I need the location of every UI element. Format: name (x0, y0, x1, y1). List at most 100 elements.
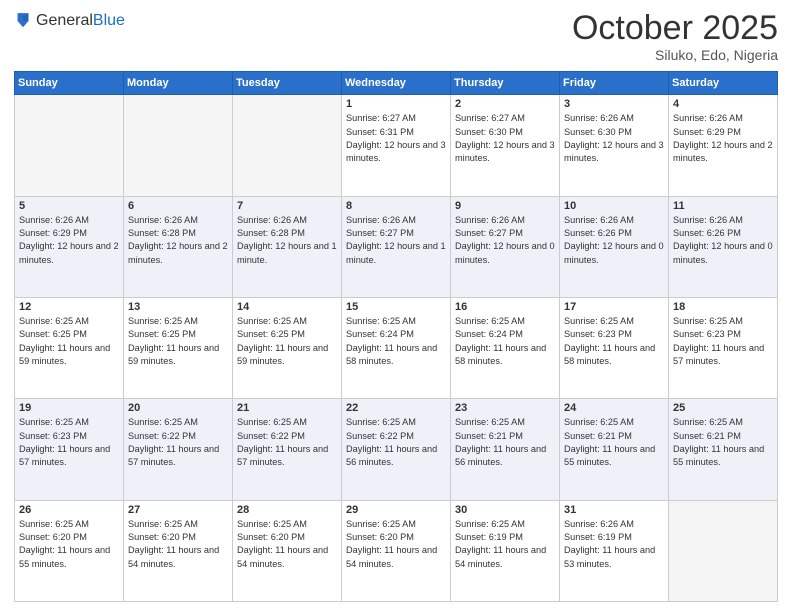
weekday-header: Tuesday (233, 72, 342, 95)
day-detail: Sunrise: 6:25 AMSunset: 6:19 PMDaylight:… (455, 518, 555, 571)
calendar-week-row: 12 Sunrise: 6:25 AMSunset: 6:25 PMDayligh… (15, 298, 778, 399)
day-detail: Sunrise: 6:26 AMSunset: 6:27 PMDaylight:… (455, 214, 555, 267)
calendar-day-cell: 18 Sunrise: 6:25 AMSunset: 6:23 PMDayligh… (669, 298, 778, 399)
day-detail: Sunrise: 6:27 AMSunset: 6:31 PMDaylight:… (346, 112, 446, 165)
day-detail: Sunrise: 6:25 AMSunset: 6:21 PMDaylight:… (455, 416, 555, 469)
weekday-header: Sunday (15, 72, 124, 95)
calendar-day-cell: 3Sunrise: 6:26 AMSunset: 6:30 PMDaylight… (560, 95, 669, 196)
calendar-day-cell: 26Sunrise: 6:25 AMSunset: 6:20 PMDayligh… (15, 500, 124, 601)
calendar-day-cell (15, 95, 124, 196)
calendar-table: SundayMondayTuesdayWednesdayThursdayFrid… (14, 71, 778, 602)
calendar-day-cell: 5Sunrise: 6:26 AMSunset: 6:29 PMDaylight… (15, 196, 124, 297)
calendar-day-cell: 8 Sunrise: 6:26 AMSunset: 6:27 PMDaylight… (342, 196, 451, 297)
logo: GeneralBlue (14, 10, 125, 32)
day-number: 20 (128, 402, 228, 414)
day-number: 27 (128, 504, 228, 516)
logo-text: GeneralBlue (36, 12, 125, 30)
day-detail: Sunrise: 6:26 AMSunset: 6:29 PMDaylight:… (673, 112, 773, 165)
calendar-day-cell: 19Sunrise: 6:25 AMSunset: 6:23 PMDayligh… (15, 399, 124, 500)
day-number: 2 (455, 98, 555, 110)
day-number: 13 (128, 301, 228, 313)
day-detail: Sunrise: 6:26 AMSunset: 6:28 PMDaylight:… (237, 214, 337, 267)
day-detail: Sunrise: 6:26 AMSunset: 6:26 PMDaylight:… (564, 214, 664, 267)
calendar-day-cell: 25Sunrise: 6:25 AMSunset: 6:21 PMDayligh… (669, 399, 778, 500)
day-number: 6 (128, 200, 228, 212)
calendar-day-cell: 15 Sunrise: 6:25 AMSunset: 6:24 PMDayligh… (342, 298, 451, 399)
day-number: 31 (564, 504, 664, 516)
calendar-day-cell: 16 Sunrise: 6:25 AMSunset: 6:24 PMDayligh… (451, 298, 560, 399)
weekday-header: Wednesday (342, 72, 451, 95)
day-number: 5 (19, 200, 119, 212)
day-detail: Sunrise: 6:25 AMSunset: 6:20 PMDaylight:… (128, 518, 228, 571)
calendar-day-cell: 24Sunrise: 6:25 AMSunset: 6:21 PMDayligh… (560, 399, 669, 500)
calendar-day-cell: 7 Sunrise: 6:26 AMSunset: 6:28 PMDaylight… (233, 196, 342, 297)
calendar-day-cell: 12 Sunrise: 6:25 AMSunset: 6:25 PMDayligh… (15, 298, 124, 399)
calendar-day-cell: 1Sunrise: 6:27 AMSunset: 6:31 PMDaylight… (342, 95, 451, 196)
day-number: 23 (455, 402, 555, 414)
day-detail: Sunrise: 6:25 AMSunset: 6:20 PMDaylight:… (346, 518, 446, 571)
day-number: 7 (237, 200, 337, 212)
calendar-day-cell: 6 Sunrise: 6:26 AMSunset: 6:28 PMDaylight… (124, 196, 233, 297)
calendar-day-cell: 27 Sunrise: 6:25 AMSunset: 6:20 PMDayligh… (124, 500, 233, 601)
calendar-day-cell: 9 Sunrise: 6:26 AMSunset: 6:27 PMDaylight… (451, 196, 560, 297)
day-detail: Sunrise: 6:26 AMSunset: 6:27 PMDaylight:… (346, 214, 446, 267)
day-number: 4 (673, 98, 773, 110)
location: Siluko, Edo, Nigeria (572, 47, 778, 63)
month-title: October 2025 (572, 10, 778, 47)
day-number: 11 (673, 200, 773, 212)
day-detail: Sunrise: 6:25 AMSunset: 6:20 PMDaylight:… (237, 518, 337, 571)
calendar-week-row: 19Sunrise: 6:25 AMSunset: 6:23 PMDayligh… (15, 399, 778, 500)
day-detail: Sunrise: 6:26 AMSunset: 6:19 PMDaylight:… (564, 518, 664, 571)
day-number: 9 (455, 200, 555, 212)
calendar-day-cell: 31 Sunrise: 6:26 AMSunset: 6:19 PMDayligh… (560, 500, 669, 601)
day-detail: Sunrise: 6:25 AMSunset: 6:20 PMDaylight:… (19, 518, 119, 571)
day-number: 29 (346, 504, 446, 516)
day-number: 30 (455, 504, 555, 516)
day-detail: Sunrise: 6:25 AMSunset: 6:22 PMDaylight:… (346, 416, 446, 469)
calendar-day-cell: 21Sunrise: 6:25 AMSunset: 6:22 PMDayligh… (233, 399, 342, 500)
day-detail: Sunrise: 6:25 AMSunset: 6:23 PMDaylight:… (19, 416, 119, 469)
day-detail: Sunrise: 6:25 AMSunset: 6:21 PMDaylight:… (673, 416, 773, 469)
calendar-day-cell: 23 Sunrise: 6:25 AMSunset: 6:21 PMDayligh… (451, 399, 560, 500)
calendar-day-cell: 11 Sunrise: 6:26 AMSunset: 6:26 PMDayligh… (669, 196, 778, 297)
calendar-week-row: 5Sunrise: 6:26 AMSunset: 6:29 PMDaylight… (15, 196, 778, 297)
weekday-header: Thursday (451, 72, 560, 95)
calendar-day-cell: 4 Sunrise: 6:26 AMSunset: 6:29 PMDaylight… (669, 95, 778, 196)
day-number: 18 (673, 301, 773, 313)
day-detail: Sunrise: 6:25 AMSunset: 6:24 PMDaylight:… (346, 315, 446, 368)
day-number: 28 (237, 504, 337, 516)
day-detail: Sunrise: 6:26 AMSunset: 6:28 PMDaylight:… (128, 214, 228, 267)
calendar-day-cell: 29 Sunrise: 6:25 AMSunset: 6:20 PMDayligh… (342, 500, 451, 601)
day-detail: Sunrise: 6:25 AMSunset: 6:24 PMDaylight:… (455, 315, 555, 368)
calendar-day-cell: 17Sunrise: 6:25 AMSunset: 6:23 PMDayligh… (560, 298, 669, 399)
day-detail: Sunrise: 6:26 AMSunset: 6:26 PMDaylight:… (673, 214, 773, 267)
day-number: 14 (237, 301, 337, 313)
day-detail: Sunrise: 6:26 AMSunset: 6:30 PMDaylight:… (564, 112, 664, 165)
calendar-day-cell: 10Sunrise: 6:26 AMSunset: 6:26 PMDayligh… (560, 196, 669, 297)
day-number: 15 (346, 301, 446, 313)
page-header: GeneralBlue October 2025 Siluko, Edo, Ni… (14, 10, 778, 63)
day-detail: Sunrise: 6:25 AMSunset: 6:22 PMDaylight:… (237, 416, 337, 469)
title-block: October 2025 Siluko, Edo, Nigeria (572, 10, 778, 63)
calendar-header-row: SundayMondayTuesdayWednesdayThursdayFrid… (15, 72, 778, 95)
calendar-day-cell: 13 Sunrise: 6:25 AMSunset: 6:25 PMDayligh… (124, 298, 233, 399)
day-number: 8 (346, 200, 446, 212)
weekday-header: Friday (560, 72, 669, 95)
calendar-week-row: 26Sunrise: 6:25 AMSunset: 6:20 PMDayligh… (15, 500, 778, 601)
day-number: 22 (346, 402, 446, 414)
calendar-day-cell: 2 Sunrise: 6:27 AMSunset: 6:30 PMDaylight… (451, 95, 560, 196)
day-number: 16 (455, 301, 555, 313)
logo-icon (14, 10, 32, 32)
day-detail: Sunrise: 6:25 AMSunset: 6:22 PMDaylight:… (128, 416, 228, 469)
calendar-day-cell: 28 Sunrise: 6:25 AMSunset: 6:20 PMDayligh… (233, 500, 342, 601)
day-detail: Sunrise: 6:25 AMSunset: 6:25 PMDaylight:… (19, 315, 119, 368)
day-number: 12 (19, 301, 119, 313)
calendar-day-cell: 30 Sunrise: 6:25 AMSunset: 6:19 PMDayligh… (451, 500, 560, 601)
day-detail: Sunrise: 6:25 AMSunset: 6:23 PMDaylight:… (673, 315, 773, 368)
day-detail: Sunrise: 6:25 AMSunset: 6:25 PMDaylight:… (128, 315, 228, 368)
weekday-header: Monday (124, 72, 233, 95)
calendar-day-cell (233, 95, 342, 196)
weekday-header: Saturday (669, 72, 778, 95)
day-detail: Sunrise: 6:27 AMSunset: 6:30 PMDaylight:… (455, 112, 555, 165)
day-detail: Sunrise: 6:25 AMSunset: 6:23 PMDaylight:… (564, 315, 664, 368)
